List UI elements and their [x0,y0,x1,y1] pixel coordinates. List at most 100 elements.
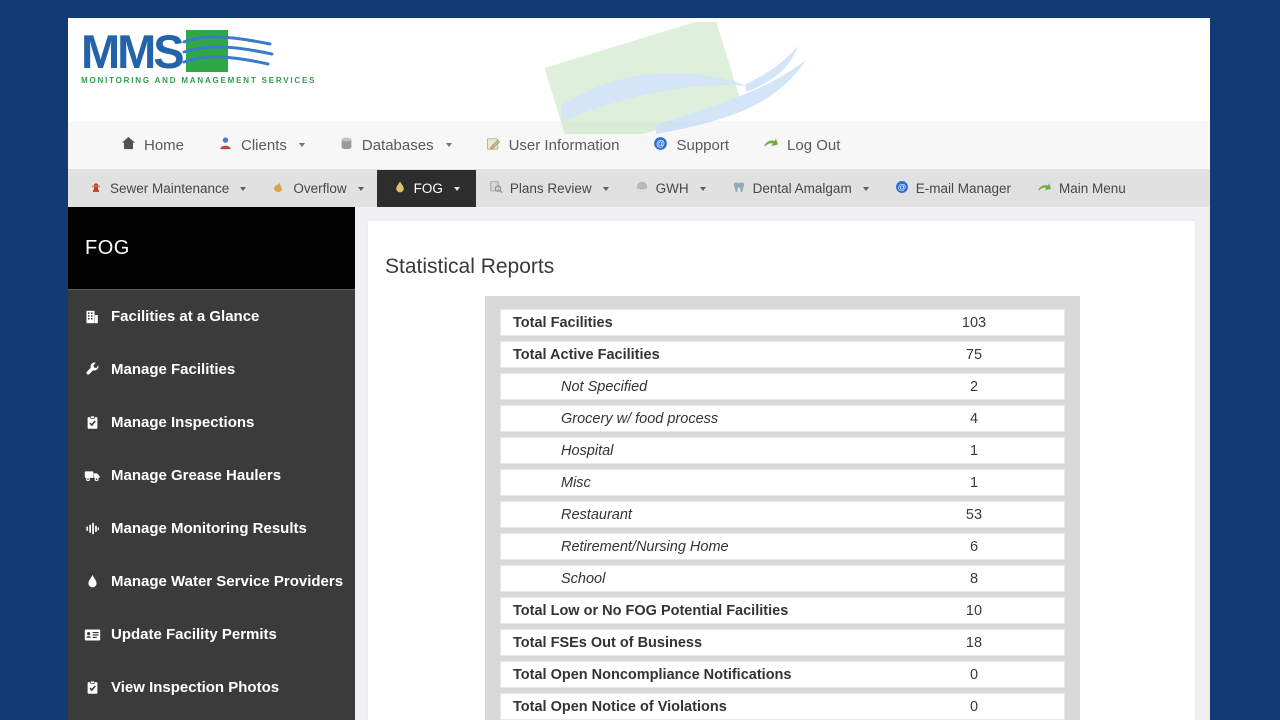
row-label: Misc [501,475,884,491]
row-label: Total Low or No FOG Potential Facilities [501,603,884,619]
row-label: Total Open Notice of Violations [501,699,884,715]
logo-green-square [186,30,228,72]
row-value: 1 [884,475,1064,491]
nav-label: Plans Review [510,181,592,196]
nav-email-manager[interactable]: @ E-mail Manager [882,170,1024,207]
building-icon [83,309,101,325]
chevron-down-icon [863,187,869,191]
row-label: School [501,571,884,587]
nav-clients[interactable]: Clients [201,121,322,169]
sidebar-item-label: Update Facility Permits [111,626,277,643]
sidebar-item-update-facility-permits[interactable]: Update Facility Permits [68,608,355,661]
sidebar-item-manage-monitoring-results[interactable]: Manage Monitoring Results [68,502,355,555]
nav-label: Log Out [787,137,840,154]
sidebar-item-manage-inspections[interactable]: Manage Inspections [68,396,355,449]
nav-label: Home [144,137,184,154]
person-icon [218,136,233,155]
droplet-icon [83,574,101,589]
nav-label: Sewer Maintenance [110,181,229,196]
nav-label: Overflow [293,181,346,196]
app-window: MMS MONITORING AND MANAGEMENT SERVICES [68,18,1210,720]
nav-label: Main Menu [1059,181,1126,196]
email-at-icon: @ [895,180,909,197]
nav-label: FOG [414,181,443,196]
sidebar-item-manage-facilities[interactable]: Manage Facilities [68,343,355,396]
top-nav: Home Clients Databases User Information … [68,121,1210,170]
nav-home[interactable]: Home [104,121,201,169]
wrench-icon [83,362,101,378]
database-icon [339,136,354,155]
sidebar-item-manage-water-service-providers[interactable]: Manage Water Service Providers [68,555,355,608]
row-value: 6 [884,539,1064,555]
nav-label: User Information [509,137,620,154]
sidebar-title: FOG [68,207,355,290]
nav-support[interactable]: @ Support [636,121,746,169]
sidebar-item-label: Facilities at a Glance [111,308,259,325]
chevron-down-icon [454,187,460,191]
svg-text:@: @ [656,138,665,148]
main-content: Statistical Reports Total Facilities103T… [355,207,1210,720]
chevron-down-icon [700,187,706,191]
sidebar-item-view-inspection-photos[interactable]: View Inspection Photos [68,661,355,714]
mms-logo[interactable]: MMS MONITORING AND MANAGEMENT SERVICES [81,30,316,85]
sidebar-item-manage-grease-haulers[interactable]: Manage Grease Haulers [68,449,355,502]
row-value: 103 [884,315,1064,331]
site-header: MMS MONITORING AND MANAGEMENT SERVICES [68,18,1210,121]
nav-gwh[interactable]: GWH [622,170,719,207]
nav-label: Support [676,137,729,154]
nav-label: Dental Amalgam [753,181,852,196]
nav-label: Databases [362,137,434,154]
nav-label: E-mail Manager [916,181,1011,196]
truck-icon [83,468,101,483]
chevron-down-icon [299,143,305,147]
nav-dental-amalgam[interactable]: Dental Amalgam [719,170,882,207]
svg-text:@: @ [897,182,905,192]
logo-wordmark: MMS [81,30,182,73]
row-value: 2 [884,379,1064,395]
row-value: 53 [884,507,1064,523]
row-label: Retirement/Nursing Home [501,539,884,555]
table-row: Total Facilities103 [500,309,1065,336]
splash-icon [272,180,286,197]
nav-main-menu[interactable]: Main Menu [1024,170,1139,207]
row-label: Hospital [501,443,884,459]
clipboard-check-icon [83,680,101,695]
nav-databases[interactable]: Databases [322,121,469,169]
tooth-icon [732,180,746,197]
table-row: Not Specified2 [500,373,1065,400]
nav-overflow[interactable]: Overflow [259,170,376,207]
row-value: 75 [884,347,1064,363]
sidebar-item-facilities-at-a-glance[interactable]: Facilities at a Glance [68,290,355,343]
table-row: School8 [500,565,1065,592]
sidebar-item-label: Manage Grease Haulers [111,467,281,484]
row-value: 18 [884,635,1064,651]
content-card: Statistical Reports Total Facilities103T… [368,221,1195,720]
row-value: 10 [884,603,1064,619]
table-row: Total Low or No FOG Potential Facilities… [500,597,1065,624]
table-row: Grocery w/ food process4 [500,405,1065,432]
table-row: Hospital1 [500,437,1065,464]
row-label: Total Open Noncompliance Notifications [501,667,884,683]
module-nav: Sewer Maintenance Overflow FOG Plans Rev… [68,170,1210,207]
sidebar-item-label: Manage Water Service Providers [111,573,343,590]
nav-plans-review[interactable]: Plans Review [476,170,622,207]
nav-user-information[interactable]: User Information [469,121,637,169]
table-row: Total FSEs Out of Business18 [500,629,1065,656]
plans-magnifier-icon [489,180,503,197]
sidebar-item-label: Manage Monitoring Results [111,520,307,537]
sidebar: FOG Facilities at a Glance Manage Facili… [68,207,355,720]
logo-wave-icon [182,34,274,74]
nav-fog[interactable]: FOG [377,170,476,207]
nav-sewer-maintenance[interactable]: Sewer Maintenance [76,170,259,207]
chevron-down-icon [358,187,364,191]
row-value: 1 [884,443,1064,459]
chevron-down-icon [446,143,452,147]
page-title: Statistical Reports [385,255,1195,279]
row-label: Grocery w/ food process [501,411,884,427]
menu-arrow-icon [1037,180,1052,197]
report-table: Total Facilities103Total Active Faciliti… [485,296,1080,720]
grease-drop-icon [393,180,407,197]
table-row: Total Open Notice of Violations0 [500,693,1065,720]
row-label: Total FSEs Out of Business [501,635,884,651]
nav-log-out[interactable]: Log Out [746,121,857,169]
